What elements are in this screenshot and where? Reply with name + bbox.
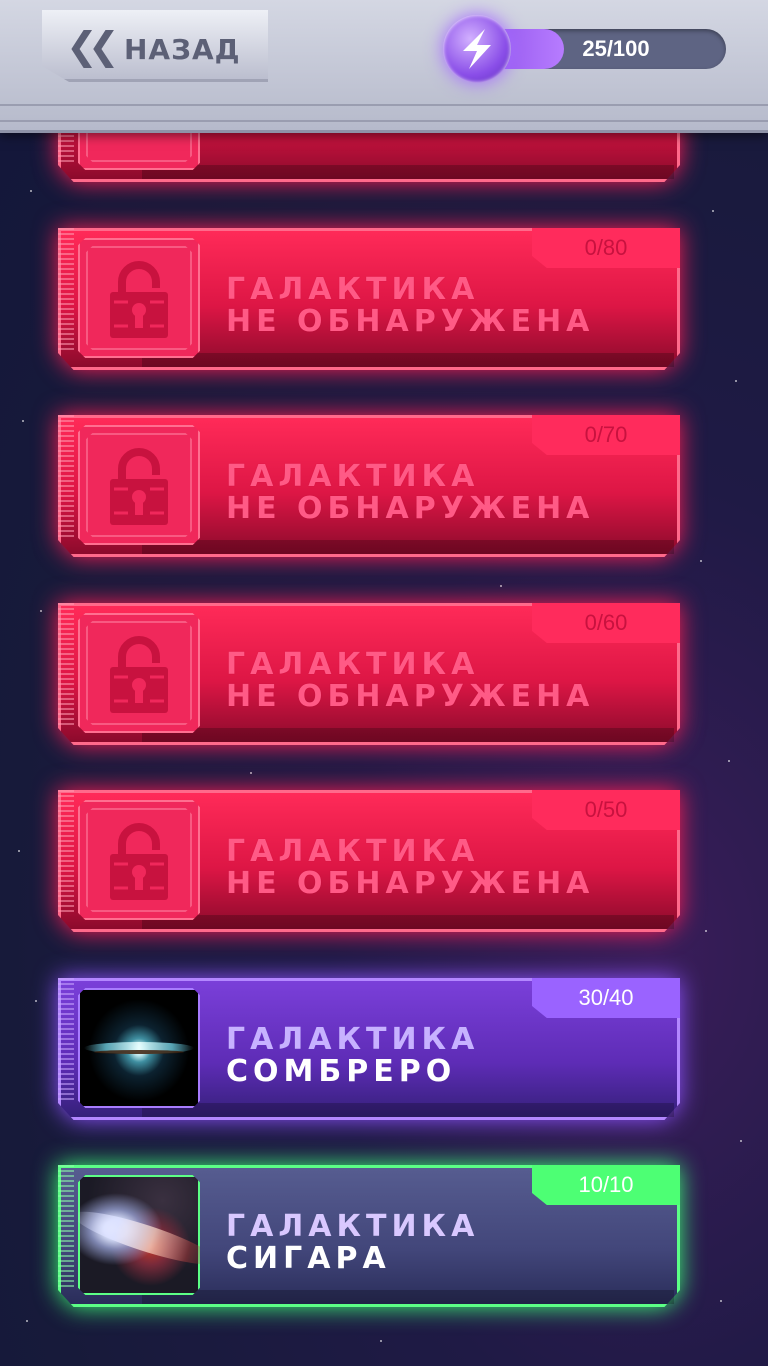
progress-badge: 10/10 [532,1165,680,1205]
progress-badge: 0/50 [532,790,680,830]
lock-thumb [78,613,200,733]
back-button[interactable]: ❮❮ НАЗАД [42,10,268,82]
galaxy-title: ГАЛАКТИКА СИГАРА [226,1209,480,1276]
lock-icon [110,636,168,713]
galaxy-title: ГАЛАКТИКА НЕ ОБНАРУЖЕНА [226,272,595,339]
lock-icon [110,261,168,338]
galaxy-title: ГАЛАКТИКА НЕ ОБНАРУЖЕНА [226,834,595,901]
lock-thumb [78,800,200,920]
galaxy-card[interactable]: ГАЛАКТИКА НЕ ОБНАРУЖЕНА 0/80 [58,228,680,370]
galaxy-title: ГАЛАКТИКА НЕ ОБНАРУЖЕНА [226,459,595,526]
galaxy-card[interactable]: ГАЛАКТИКА НЕ ОБНАРУЖЕНА 0/70 [58,415,680,557]
cigar-galaxy-image [78,1175,200,1295]
galaxy-card-sombrero[interactable]: ГАЛАКТИКА СОМБРЕРО 30/40 [58,978,680,1120]
progress-badge: 0/70 [532,415,680,455]
progress-badge: 0/80 [532,228,680,268]
progress-badge: 0/60 [532,603,680,643]
galaxy-title: ГАЛАКТИКА СОМБРЕРО [226,1022,480,1089]
progress-badge: 30/40 [532,978,680,1018]
galaxy-card[interactable]: ГАЛАКТИКА НЕ ОБНАРУЖЕНА 0/60 [58,603,680,745]
galaxy-card[interactable]: ГАЛАКТИКА НЕ ОБНАРУЖЕНА 0/50 [58,790,680,932]
lightning-icon [443,15,511,83]
top-bar: ❮❮ НАЗАД 25/100 [0,0,768,133]
lock-icon [110,823,168,900]
double-chevron-left-icon: ❮❮ [66,24,120,68]
lock-thumb [78,238,200,358]
back-button-label: НАЗАД [124,33,241,66]
sombrero-galaxy-image [78,988,200,1108]
galaxy-list: ГАЛАКТИКА НЕ ОБНАРУЖЕНА 0/80 ГАЛАКТИКА НЕ … [0,0,768,1366]
lock-icon [110,448,168,525]
galaxy-title: ГАЛАКТИКА НЕ ОБНАРУЖЕНА [226,647,595,714]
lock-thumb [78,425,200,545]
galaxy-card-cigar[interactable]: ГАЛАКТИКА СИГАРА 10/10 [58,1165,680,1307]
